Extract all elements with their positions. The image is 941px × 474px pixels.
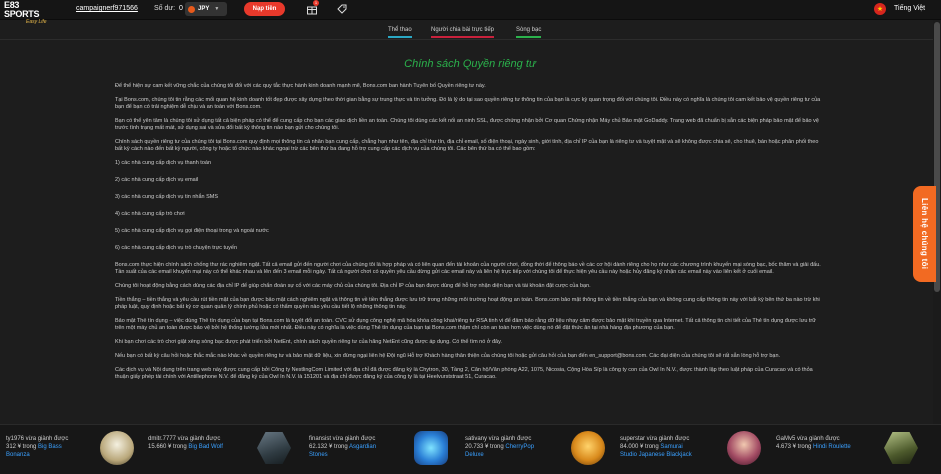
tab-sports[interactable]: Thể thao [388,27,412,38]
paragraph: Nếu bạn có bất kỳ câu hỏi hoặc thắc mắc … [115,353,781,359]
paragraph: Khi bạn chơi các trò chơi giật xèng sòng… [115,339,502,345]
paragraph: Bạn có thể yên tâm là chúng tôi sử dụng … [115,118,819,131]
winner-entry[interactable]: superstar vừa giành được 84.000 ¥ trong … [620,435,692,459]
game-thumbnail[interactable] [100,431,134,465]
winner-entry[interactable]: sativany vừa giành được 20.733 ¥ trong C… [465,435,534,459]
contact-us-button[interactable]: Liên hệ chúng tôi [913,186,936,282]
paragraph: Chúng tôi hoạt động bằng cách dùng các đ… [115,283,591,289]
balance-label: Số dư: [154,5,176,12]
list-item: 1) các nhà cung cấp dịch vụ thanh toán [115,160,212,166]
winner-entry[interactable]: GaMv5 vừa giành được 4.673 ¥ trong Hindi… [776,435,851,451]
tab-live-dealer[interactable]: Người chia bài trực tiếp [431,27,494,38]
chevron-down-icon: ▼ [214,6,220,12]
game-thumbnail[interactable] [571,431,605,465]
list-item: 6) các nhà cung cấp dịch vụ trò chuyện t… [115,245,237,251]
winner-entry[interactable]: ty1976 vừa giành được 312 ¥ trong Big Ba… [6,435,68,459]
paragraph: Tại Bons.com, chúng tôi tin rằng các mối… [115,97,821,110]
game-thumbnail[interactable] [257,432,291,464]
balance-value: 0 [179,5,183,12]
language-select[interactable]: Tiếng Việt [894,5,925,12]
vietnam-flag-icon[interactable]: ★ [874,3,886,15]
paragraph: Chính sách quyền riêng tư của chúng tôi … [115,139,819,152]
paragraph: Bảo mật Thẻ tín dụng – việc dùng Thẻ tín… [115,318,816,331]
tab-casino[interactable]: Sòng bạc [516,27,542,38]
username-link[interactable]: campaignerf971566 [76,5,138,12]
game-thumbnail[interactable] [727,431,761,465]
currency-label: JPY [198,6,210,12]
logo-tagline: Easy Life [26,19,47,25]
currency-icon [188,5,195,13]
recent-winners-ticker: ty1976 vừa giành được 312 ¥ trong Big Ba… [0,424,941,474]
winner-entry[interactable]: dmitr.7777 vừa giành được 15.660 ¥ trong… [148,435,223,451]
logo-text: E83 SPORTS [4,0,40,19]
gift-badge: 1 [313,0,319,6]
list-item: 5) các nhà cung cấp dịch vụ gọi điện tho… [115,228,269,234]
category-tabs: Thể thao Người chia bài trực tiếp Sòng b… [0,27,941,39]
promotion-tag-icon[interactable] [336,3,348,15]
list-item: 4) các nhà cung cấp trò chơi [115,211,185,217]
deposit-button[interactable]: Nạp tiền [244,2,285,16]
currency-select[interactable]: JPY ▼ [185,2,227,16]
contact-us-label: Liên hệ chúng tôi [920,198,929,270]
list-item: 2) các nhà cung cấp dịch vụ email [115,177,199,183]
game-thumbnail[interactable] [414,431,448,465]
page-title: Chính sách Quyền riêng tư [404,58,536,70]
paragraph: Tiền thắng – tiền thắng và yêu cầu rút t… [115,297,820,310]
privacy-policy-content: Chính sách Quyền riêng tư Để thể hiện sự… [115,40,825,424]
paragraph: Để thể hiện sự cam kết vững chắc của chú… [115,83,486,89]
list-item: 3) các nhà cung cấp dịch vụ tin nhắn SMS [115,194,219,200]
paragraph: Các dịch vụ và Nội dung trên trang web n… [115,367,813,380]
top-bar: E83 SPORTS Easy Life campaignerf971566 S… [0,0,941,26]
site-logo[interactable]: E83 SPORTS Easy Life [4,0,54,26]
winner-entry[interactable]: finansist vừa giành được 62.132 ¥ trong … [309,435,376,459]
game-thumbnail[interactable] [884,432,918,464]
paragraph: Bons.com thực hiện chính sách chống thư … [115,262,821,275]
